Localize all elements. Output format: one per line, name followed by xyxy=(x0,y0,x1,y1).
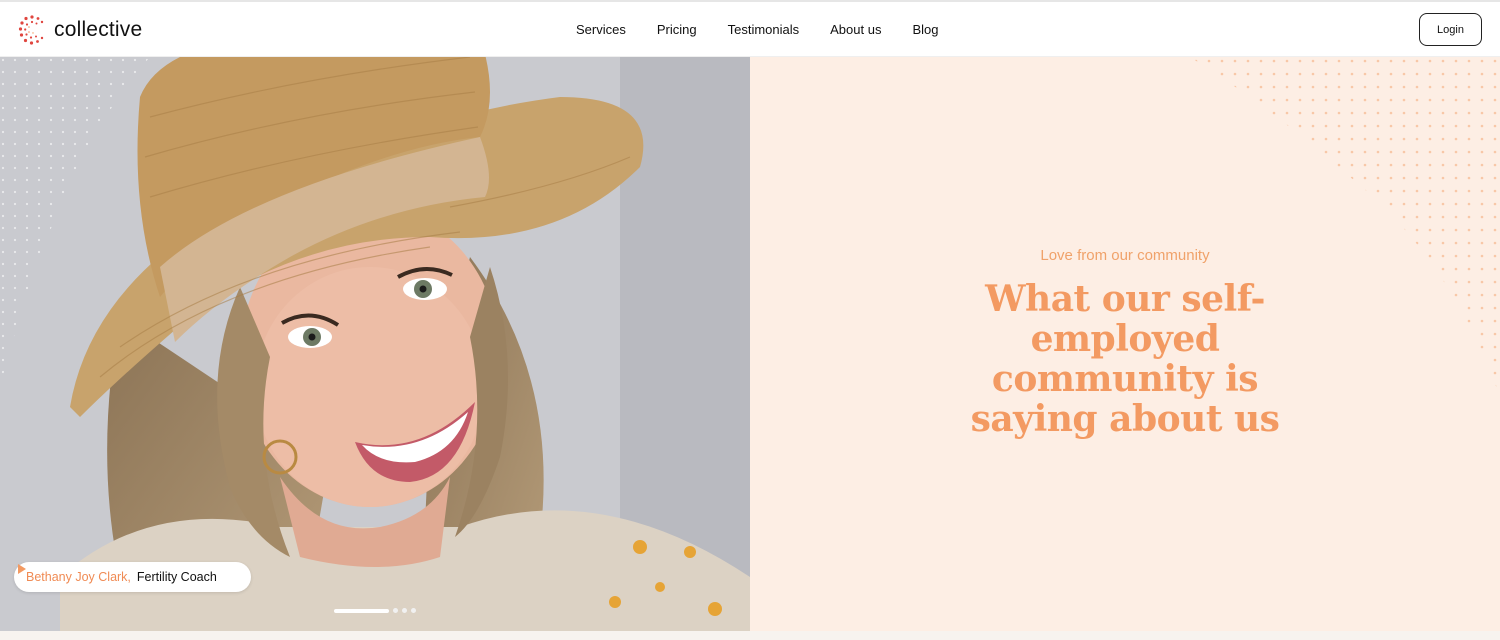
collective-logo-icon xyxy=(18,15,44,45)
testimonial-author-role: Fertility Coach xyxy=(136,570,217,584)
carousel-dot-2[interactable] xyxy=(393,608,398,613)
carousel-dot-4[interactable] xyxy=(411,608,416,613)
brand-logo[interactable]: collective xyxy=(18,14,142,46)
section-headline: What our self- employed community is say… xyxy=(965,279,1285,439)
nav-item-about-us[interactable]: About us xyxy=(830,22,881,37)
testimonial-author-name: Bethany Joy Clark, xyxy=(26,570,131,584)
nav-item-testimonials[interactable]: Testimonials xyxy=(728,22,800,37)
nav-item-services[interactable]: Services xyxy=(576,22,626,37)
carousel-dot-3[interactable] xyxy=(402,608,407,613)
carousel-dot-1[interactable] xyxy=(334,608,389,613)
testimonials-intro-panel: Love from our community What our self- e… xyxy=(750,57,1500,631)
section-eyebrow: Love from our community xyxy=(1040,247,1210,264)
headline-line-2: employed xyxy=(1030,318,1220,360)
headline-line-3: community is xyxy=(991,358,1259,400)
headline-line-1: What our self- xyxy=(985,278,1265,320)
brand-name: collective xyxy=(54,18,143,41)
nav-item-blog[interactable]: Blog xyxy=(912,22,938,37)
testimonial-caption[interactable]: Bethany Joy Clark, Fertility Coach xyxy=(14,562,251,592)
testimonial-photo: Bethany Joy Clark, Fertility Coach xyxy=(0,57,750,631)
page-bottom-strip xyxy=(0,631,1500,640)
main-nav: Services Pricing Testimonials About us B… xyxy=(576,22,939,37)
top-navigation-bar: collective Services Pricing Testimonials… xyxy=(0,0,1500,57)
play-icon[interactable] xyxy=(18,564,241,586)
carousel-indicators xyxy=(334,608,416,613)
woman-in-straw-hat-photo xyxy=(0,57,750,631)
nav-item-pricing[interactable]: Pricing xyxy=(657,22,697,37)
headline-line-4: saying about us xyxy=(970,398,1280,440)
login-button[interactable]: Login xyxy=(1419,13,1482,46)
